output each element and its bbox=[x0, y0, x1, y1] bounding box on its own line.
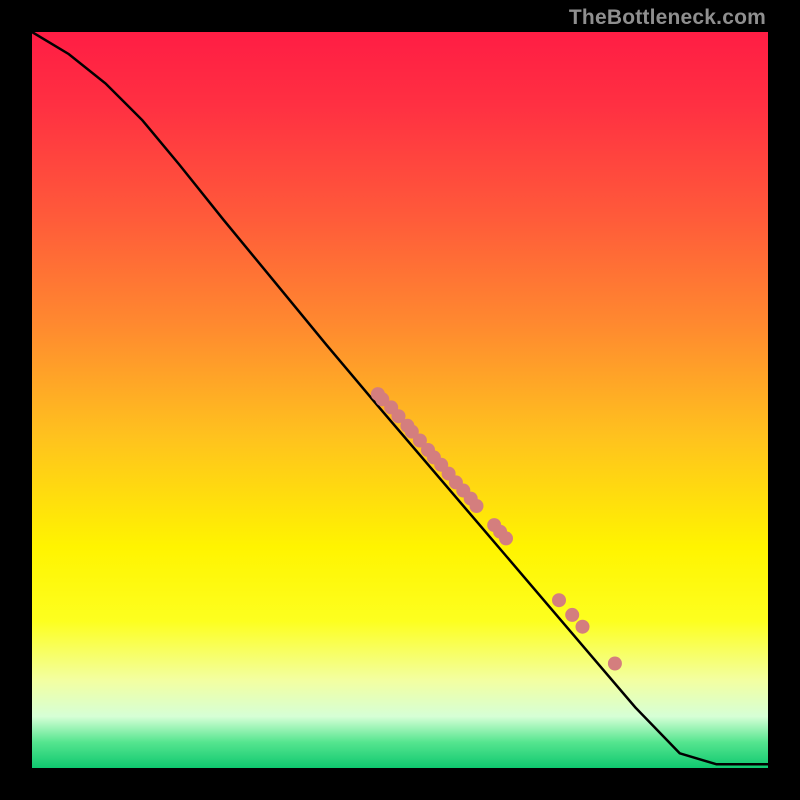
plot-area bbox=[32, 32, 768, 768]
data-point bbox=[576, 620, 590, 634]
watermark-text: TheBottleneck.com bbox=[569, 6, 766, 30]
data-point bbox=[499, 531, 513, 545]
data-point bbox=[552, 593, 566, 607]
chart-overlay bbox=[32, 32, 768, 768]
data-points bbox=[371, 387, 622, 670]
bottleneck-curve bbox=[32, 32, 768, 764]
data-point bbox=[608, 657, 622, 671]
data-point bbox=[565, 608, 579, 622]
data-point bbox=[470, 499, 484, 513]
